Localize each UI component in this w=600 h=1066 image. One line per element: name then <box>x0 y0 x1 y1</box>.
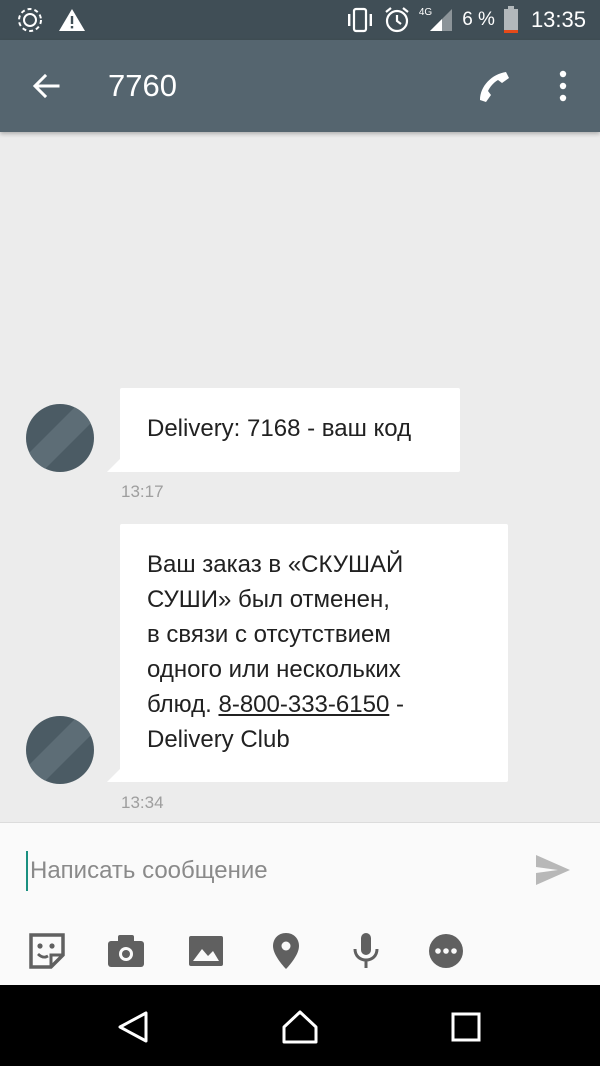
status-time: 13:35 <box>530 7 586 32</box>
message-bubble[interactable]: Delivery: 7168 - ваш код <box>107 388 460 472</box>
app-notification-icon <box>18 8 42 32</box>
avatar[interactable] <box>26 716 94 784</box>
battery-percent: 6 % <box>462 9 495 30</box>
conversation-title: 7760 <box>108 68 177 103</box>
bubble-tail <box>107 458 121 472</box>
more-vert-icon[interactable] <box>548 68 578 104</box>
more-options-icon[interactable] <box>424 929 468 973</box>
message-text-segment: блюд. <box>147 691 219 718</box>
message-text-segment: - <box>389 691 404 718</box>
phone-icon[interactable] <box>474 66 514 106</box>
battery-icon <box>503 6 518 33</box>
message-line: в связи с отсутствием <box>147 621 391 648</box>
message-line: СУШИ» был отменен, <box>147 586 390 613</box>
location-icon[interactable] <box>264 929 308 973</box>
avatar[interactable] <box>26 404 94 472</box>
message-input[interactable] <box>26 851 510 891</box>
message-bubble[interactable]: Ваш заказ в «СКУШАЙ СУШИ» был отменен, в… <box>107 524 508 782</box>
image-icon[interactable] <box>184 929 228 973</box>
alarm-icon <box>385 7 409 33</box>
navigation-bar <box>0 985 600 1066</box>
nav-recents-icon[interactable] <box>446 1009 486 1045</box>
default-avatar-icon <box>26 716 94 784</box>
message-text: Ваш заказ в «СКУШАЙ СУШИ» был отменен, в… <box>147 547 497 757</box>
attachment-toolbar <box>0 929 600 973</box>
message-thread[interactable]: Delivery: 7168 - ваш код 13:17 Ваш заказ… <box>0 132 600 822</box>
message-line: блюд. 8-800-333-6150 - <box>147 687 497 722</box>
vibrate-icon <box>347 7 372 33</box>
nav-home-icon[interactable] <box>280 1009 320 1045</box>
phone-link[interactable]: 8-800-333-6150 <box>218 691 389 718</box>
bubble-tail <box>107 768 121 782</box>
message-line: Delivery Club <box>147 726 290 753</box>
sticker-icon[interactable] <box>25 929 69 973</box>
nav-back-icon[interactable] <box>114 1009 154 1045</box>
network-type-label: 4G <box>418 6 433 18</box>
camera-icon[interactable] <box>104 929 148 973</box>
back-arrow-icon[interactable] <box>28 68 64 104</box>
message-timestamp: 13:34 <box>121 793 164 812</box>
warning-icon <box>59 9 85 31</box>
send-icon[interactable] <box>534 853 572 887</box>
status-bar: 4G 6 % 13:35 <box>0 0 600 40</box>
message-text: Delivery: 7168 - ваш код <box>147 415 412 442</box>
default-avatar-icon <box>26 404 94 472</box>
message-line: одного или нескольких <box>147 656 401 683</box>
mic-icon[interactable] <box>344 929 388 973</box>
app-bar: 7760 <box>0 40 600 132</box>
composer <box>0 822 600 986</box>
message-timestamp: 13:17 <box>121 482 164 501</box>
message-line: Ваш заказ в «СКУШАЙ <box>147 551 404 578</box>
